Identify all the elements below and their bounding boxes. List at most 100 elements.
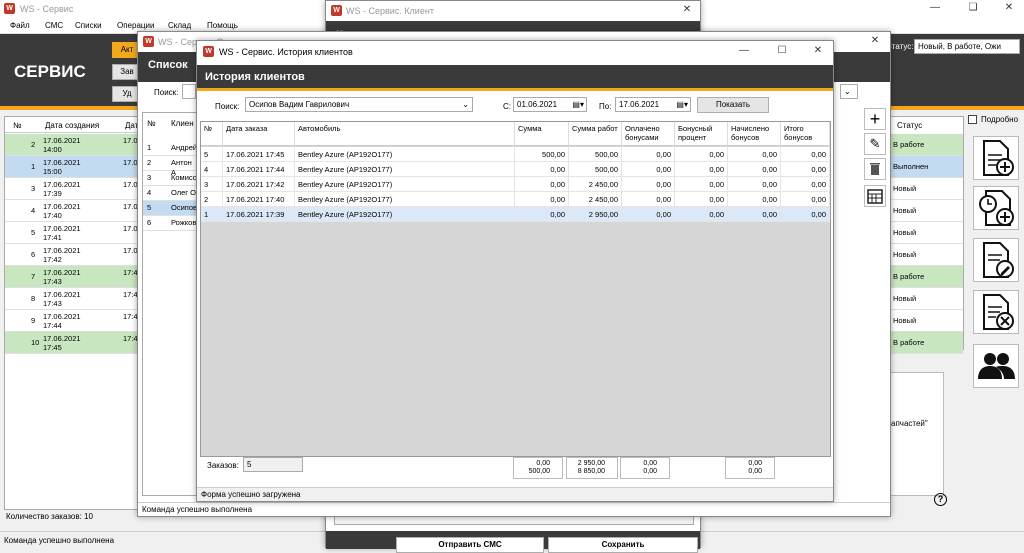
date-to-input[interactable]: 17.06.2021 ▤▾ [615, 97, 691, 112]
history-cell: 5 [201, 147, 223, 162]
show-button[interactable]: Показать [697, 97, 769, 113]
status-row[interactable]: Новый [889, 244, 963, 266]
menu-file[interactable]: Файл [10, 21, 30, 30]
edit-document-icon[interactable] [973, 238, 1019, 282]
history-cell: 0,00 [515, 207, 569, 222]
minimize-button[interactable]: — [920, 2, 950, 13]
edit-pencil-icon[interactable]: ✎ [864, 133, 886, 155]
history-cell: 0,00 [622, 192, 675, 207]
table-row[interactable]: 5 17.06.2021 17:41 17.0 [5, 222, 141, 244]
row-time: 17:43 [43, 299, 62, 308]
history-cell: 0,00 [781, 147, 830, 162]
history-cell: 17.06.2021 17:44 [223, 162, 295, 177]
paid-bonus-total-2: 0,00 [643, 468, 657, 475]
scheduled-document-icon[interactable] [973, 186, 1019, 230]
status-row[interactable]: В работе [889, 332, 963, 354]
menu-lists[interactable]: Списки [75, 21, 102, 30]
col-order-date: Дата заказа [223, 122, 295, 146]
history-search-label: Поиск: [215, 102, 240, 111]
history-close-button[interactable]: ✕ [803, 45, 833, 56]
calendar-icon[interactable] [864, 185, 886, 207]
table-row[interactable]: 4 17.06.2021 17:40 17.0 [5, 200, 141, 222]
clients-window-close-button[interactable]: ✕ [860, 35, 890, 46]
clients-search-label: Поиск: [154, 88, 179, 97]
orders-count-field: 5 [243, 457, 303, 472]
client-row[interactable]: 6 Рожков [143, 216, 197, 231]
menu-help[interactable]: Помощь [207, 21, 238, 30]
col-num: № [13, 121, 22, 130]
chevron-down-icon: ⌄ [462, 100, 469, 109]
col-paid-bonus: Оплачено бонусами [622, 122, 675, 146]
table-row[interactable]: 2 17.06.2021 14:00 17.0 [5, 134, 141, 156]
history-cell: 2 450,00 [569, 177, 622, 192]
col-work-sum: Сумма работ [569, 122, 622, 146]
menu-sms[interactable]: СМС [45, 21, 63, 30]
save-button[interactable]: Сохранить [548, 537, 698, 553]
table-row[interactable]: 6 17.06.2021 17:42 17.0 [5, 244, 141, 266]
delete-document-icon[interactable] [973, 290, 1019, 334]
send-sms-button[interactable]: Отправить СМС [396, 537, 544, 553]
calendar-dropdown-icon[interactable]: ▤▾ [676, 99, 688, 111]
menu-warehouse[interactable]: Склад [168, 21, 191, 30]
client-row[interactable]: 5 Осипов [143, 201, 197, 216]
date-from-input[interactable]: 01.06.2021 ▤▾ [513, 97, 587, 112]
menu-operations[interactable]: Операции [117, 21, 154, 30]
history-row[interactable]: 4 17.06.2021 17:44 Bentley Azure (АР192О17… [201, 162, 830, 177]
status-row[interactable]: В работе [889, 134, 963, 156]
history-cell: 0,00 [781, 177, 830, 192]
clients-statusbar: Команда успешно выполнена [138, 502, 890, 516]
clients-icon[interactable] [973, 344, 1019, 388]
maximize-button[interactable]: ❏ [958, 2, 988, 13]
status-row[interactable]: Выполнен [889, 156, 963, 178]
client-row[interactable]: 3 Комисс [143, 171, 197, 186]
client-window-close-button[interactable]: ✕ [672, 4, 702, 15]
paid-bonus-total-box: 0,00 0,00 [620, 457, 670, 479]
history-maximize-button[interactable]: ☐ [767, 45, 797, 56]
history-minimize-button[interactable]: — [729, 45, 759, 56]
close-button[interactable]: ✕ [994, 2, 1024, 13]
history-grid: № Дата заказа Автомобиль Сумма Сумма раб… [200, 121, 831, 457]
history-search-select[interactable]: Осипов Вадим Гаврилович ⌄ [245, 97, 473, 112]
status-row[interactable]: Новый [889, 310, 963, 332]
client-row[interactable]: 1 Андрей [143, 141, 197, 156]
trash-icon[interactable] [864, 158, 886, 180]
history-cell: 2 950,00 [569, 207, 622, 222]
status-row[interactable]: Новый [889, 222, 963, 244]
new-document-icon[interactable] [973, 136, 1019, 180]
client-row[interactable]: 4 Олег О [143, 186, 197, 201]
clients-filter-dropdown[interactable]: ⌄ [840, 84, 858, 99]
history-cell: 0,00 [675, 147, 728, 162]
history-row[interactable]: 3 17.06.2021 17:42 Bentley Azure (АР192О17… [201, 177, 830, 192]
help-icon[interactable]: ? [934, 493, 947, 506]
history-cell: 0,00 [675, 177, 728, 192]
clients-search-input[interactable] [182, 84, 196, 99]
table-row[interactable]: 10 17.06.2021 17:45 17:4 [5, 332, 141, 354]
history-cell: 4 [201, 162, 223, 177]
status-row[interactable]: В работе [889, 266, 963, 288]
add-icon[interactable]: + [864, 108, 886, 130]
table-row[interactable]: 8 17.06.2021 17:43 17:4 [5, 288, 141, 310]
row-number: 3 [31, 184, 36, 193]
status-row[interactable]: Новый [889, 200, 963, 222]
status-row[interactable]: Новый [889, 178, 963, 200]
row-status: В работе [893, 338, 925, 347]
status-filter-select[interactable]: Новый, В работе, Ожи [914, 39, 1020, 54]
history-row[interactable]: 2 17.06.2021 17:40 Bentley Azure (АР192О17… [201, 192, 830, 207]
history-row[interactable]: 1 17.06.2021 17:39 Bentley Azure (АР192О17… [201, 207, 830, 222]
history-cell: 500,00 [569, 147, 622, 162]
row-mid-date: 17.0 [123, 180, 138, 189]
table-row[interactable]: 7 17.06.2021 17:43 17:4 [5, 266, 141, 288]
calendar-dropdown-icon[interactable]: ▤▾ [572, 99, 584, 111]
work-sum-total-2: 8 850,00 [577, 468, 605, 475]
status-row[interactable]: Новый [889, 288, 963, 310]
client-row[interactable]: 2 Антон А [143, 156, 197, 177]
detailed-checkbox[interactable] [968, 115, 977, 124]
table-row[interactable]: 3 17.06.2021 17:39 17.0 [5, 178, 141, 200]
table-row[interactable]: 1 17.06.2021 15:00 17.0 [5, 156, 141, 178]
history-row[interactable]: 5 17.06.2021 17:45 Bentley Azure (АР192О17… [201, 147, 830, 162]
history-cell: 2 [201, 192, 223, 207]
col-date: Дата создания [45, 121, 100, 130]
table-row[interactable]: 9 17.06.2021 17:44 17:4 [5, 310, 141, 332]
row-time: 17:40 [43, 211, 62, 220]
row-number: 5 [31, 228, 36, 237]
